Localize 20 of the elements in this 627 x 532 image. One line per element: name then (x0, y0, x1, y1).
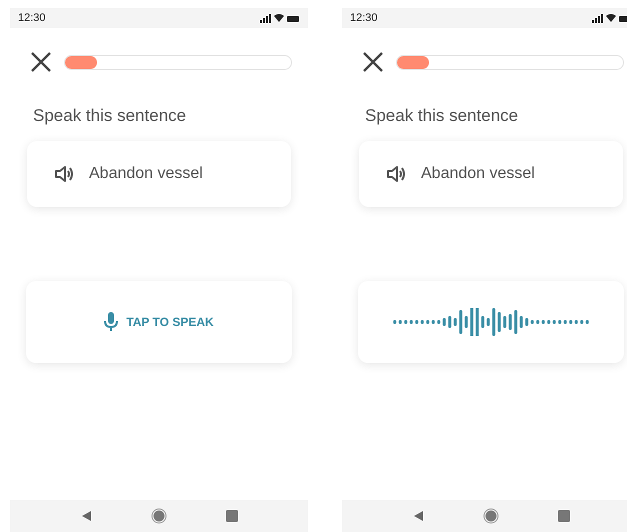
speaker-icon[interactable] (387, 164, 407, 182)
prompt-text: Speak this sentence (33, 105, 188, 127)
close-icon[interactable] (30, 51, 52, 73)
microphone-icon (104, 312, 118, 332)
sentence-text: Abandon vessel (89, 164, 203, 184)
status-time: 12:30 (18, 10, 46, 26)
speaker-icon[interactable] (55, 164, 75, 182)
close-icon[interactable] (362, 51, 384, 73)
status-icons (592, 12, 627, 24)
sentence-text: Abandon vessel (421, 164, 535, 184)
recents-icon[interactable] (558, 510, 570, 522)
prompt-text: Speak this sentence (365, 105, 520, 127)
tap-to-speak-button[interactable]: TAP TO SPEAK (26, 280, 292, 362)
status-time: 12:30 (350, 10, 378, 26)
status-icons (260, 12, 300, 24)
home-icon[interactable] (150, 508, 167, 524)
back-icon[interactable] (412, 510, 424, 522)
back-icon[interactable] (80, 510, 92, 522)
home-icon[interactable] (482, 508, 499, 524)
recents-icon[interactable] (226, 510, 238, 522)
